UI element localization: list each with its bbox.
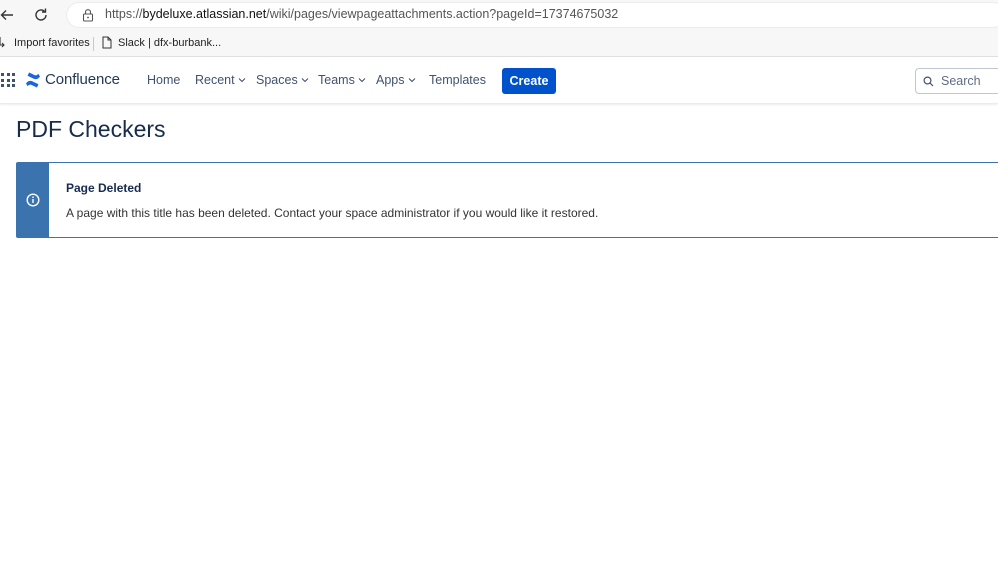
bookmark-slack[interactable]: Slack | dfx-burbank...: [101, 36, 221, 49]
nav-teams[interactable]: Teams: [318, 73, 366, 87]
bookmarks-bar: Import favorites Slack | dfx-burbank...: [0, 30, 998, 57]
nav-home[interactable]: Home: [147, 73, 180, 87]
url-prefix: https://: [105, 7, 143, 21]
bookmark-import-favorites[interactable]: Import favorites: [0, 36, 90, 49]
arrow-left-icon: [0, 10, 13, 20]
url-text[interactable]: https://bydeluxe.atlassian.net/wiki/page…: [105, 7, 618, 21]
bookmark-label: Slack | dfx-burbank...: [118, 36, 222, 49]
nav-label: Home: [147, 73, 181, 87]
url-field[interactable]: https://bydeluxe.atlassian.net/wiki/page…: [66, 2, 998, 28]
page-title: PDF Checkers: [16, 116, 166, 142]
search-input[interactable]: Search: [915, 68, 998, 94]
confluence-top-nav: Confluence Home Recent Spaces Teams Apps…: [0, 57, 998, 104]
nav-apps[interactable]: Apps: [376, 73, 416, 87]
nav-spaces[interactable]: Spaces: [256, 73, 309, 87]
message-title: Page Deleted: [66, 181, 142, 195]
create-button[interactable]: Create: [502, 68, 556, 94]
confluence-logo[interactable]: Confluence: [25, 71, 120, 88]
chevron-down-icon: [358, 78, 366, 83]
page-icon: [102, 36, 112, 49]
search-icon: [923, 76, 934, 87]
info-message: Page Deleted A page with this title has …: [16, 162, 998, 238]
import-icon: [0, 37, 5, 48]
nav-label: Templates: [429, 73, 486, 87]
app-switcher-icon[interactable]: [1, 73, 15, 87]
browser-address-bar: https://bydeluxe.atlassian.net/wiki/page…: [0, 0, 998, 30]
nav-templates[interactable]: Templates: [429, 73, 486, 87]
refresh-icon: [35, 8, 47, 21]
nav-label: Teams: [318, 73, 355, 87]
chevron-down-icon: [408, 78, 415, 83]
lock-icon[interactable]: [81, 8, 95, 22]
message-body: A page with this title has been deleted.…: [66, 206, 599, 220]
nav-label: Spaces: [256, 73, 298, 87]
product-name: Confluence: [45, 71, 120, 88]
nav-label: Apps: [376, 73, 405, 87]
nav-label: Recent: [195, 73, 235, 87]
bookmark-divider: [93, 37, 94, 51]
nav-recent[interactable]: Recent: [195, 73, 246, 87]
back-button[interactable]: [0, 4, 18, 26]
confluence-logo-icon: [26, 72, 40, 87]
bookmark-label: Import favorites: [14, 36, 90, 49]
search-placeholder: Search: [941, 74, 981, 88]
chevron-down-icon: [238, 78, 245, 83]
url-host: bydeluxe.atlassian.net: [142, 7, 267, 21]
info-icon: [26, 193, 40, 207]
message-icon-bar: [17, 163, 49, 237]
refresh-button[interactable]: [30, 4, 52, 26]
url-path: /wiki/pages/viewpageattachments.action?p…: [266, 7, 619, 21]
chevron-down-icon: [301, 78, 309, 83]
